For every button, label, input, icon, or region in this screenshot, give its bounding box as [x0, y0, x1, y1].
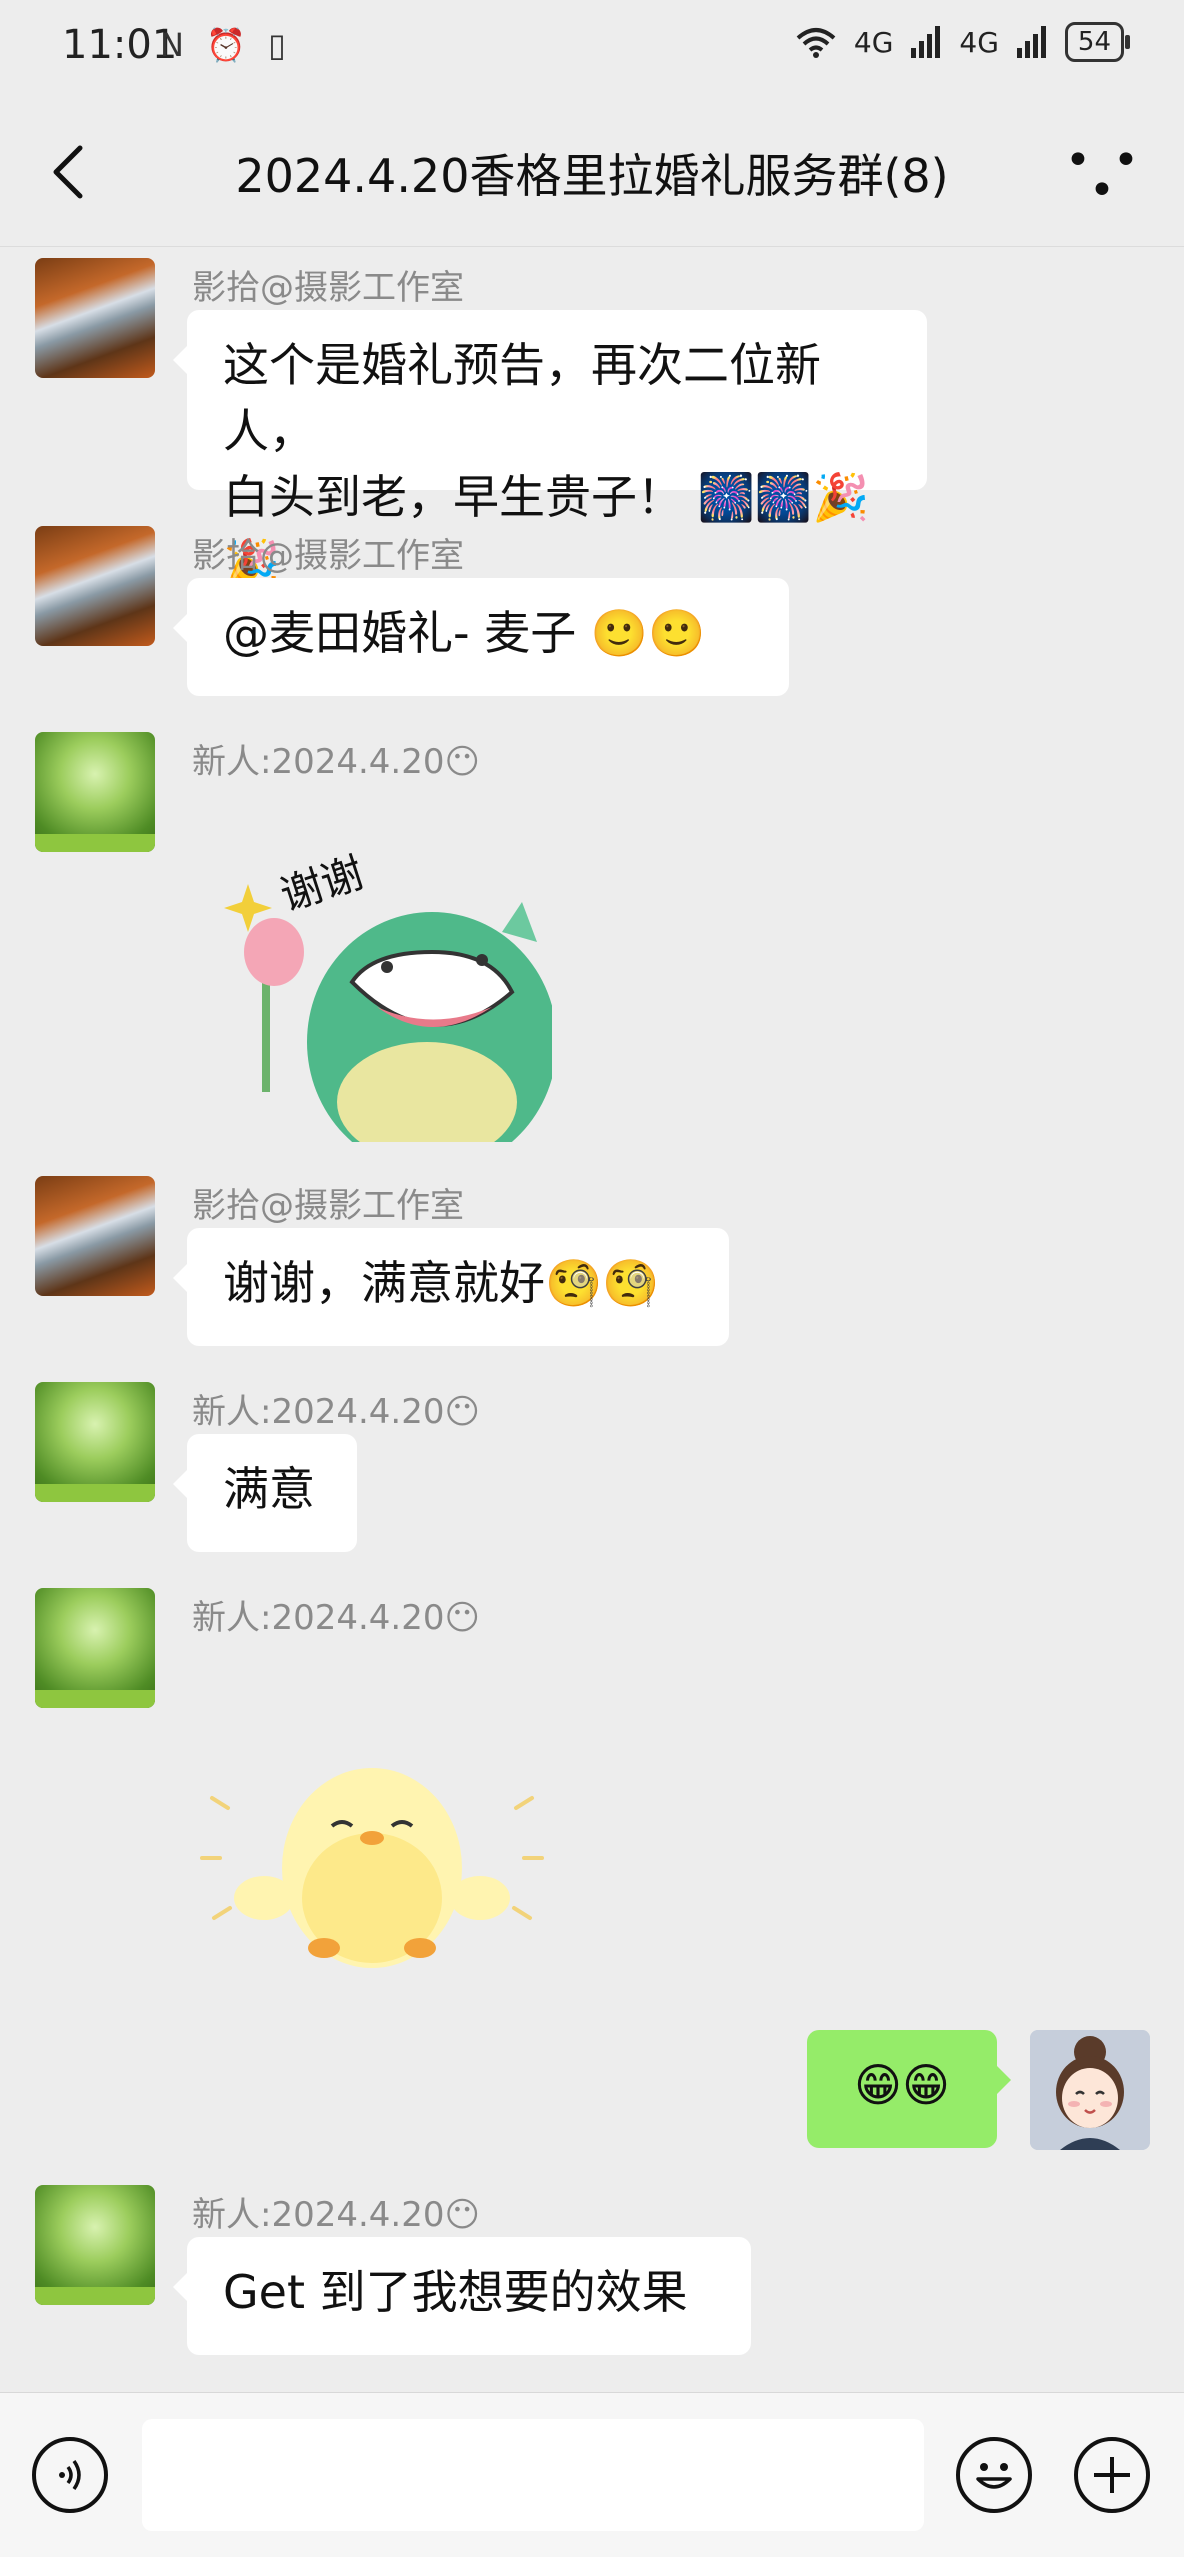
sender-name: 新人:2024.4.20😶 — [192, 2195, 480, 2235]
signal-icon — [911, 26, 941, 58]
my-message-bubble[interactable]: 😁😁 — [807, 2030, 1011, 2148]
avatar[interactable] — [35, 732, 155, 852]
plus-sign-icon — [1094, 2457, 1130, 2493]
status-bar: 11:01 N ⏰ ▯ 4G 4G 54 — [0, 0, 1184, 96]
message-bubble[interactable]: Get 到了我想要的效果 — [173, 2237, 751, 2355]
chick-sticker-image — [200, 1768, 544, 1968]
avatar[interactable] — [35, 1588, 155, 1708]
message-input[interactable] — [142, 2419, 924, 2531]
message-bubble[interactable]: @麦田婚礼- 麦子 🙂🙂 — [173, 578, 789, 696]
sticker-chick[interactable] — [192, 1738, 552, 1998]
voice-input-icon[interactable] — [32, 2437, 108, 2513]
network-indicator-1: 4G — [853, 25, 894, 59]
avatar[interactable] — [35, 526, 155, 646]
more-options-icon[interactable]: • • • — [1064, 139, 1144, 213]
sticker-dinosaur[interactable]: 谢谢 — [192, 832, 557, 1172]
message-bubble[interactable]: 满意 — [173, 1434, 357, 1552]
sender-name: 新人:2024.4.20😶 — [192, 1598, 480, 1638]
my-avatar[interactable] — [1030, 2030, 1150, 2150]
girl-avatar-image — [1030, 2030, 1150, 2150]
signal-icon-2 — [1016, 26, 1046, 58]
sender-name: 新人:2024.4.20😶 — [192, 742, 480, 782]
chat-title: 2024.4.20香格里拉婚礼服务群(8) — [235, 149, 949, 203]
status-right-group: 4G 4G 54 — [796, 22, 1131, 62]
input-bar — [0, 2392, 1184, 2557]
back-arrow-icon[interactable] — [44, 142, 94, 202]
smiley-face-icon — [976, 2463, 1012, 2489]
emoji-icon[interactable] — [956, 2437, 1032, 2513]
sticker-caption: 谢谢 — [275, 848, 370, 921]
sender-name: 影拾@摄影工作室 — [192, 1186, 464, 1226]
network-indicator-2: 4G — [959, 25, 999, 59]
message-bubble[interactable]: 谢谢，满意就好🧐🧐 — [173, 1228, 729, 1346]
message-text-line: 这个是婚礼预告，再次二位新人， — [223, 338, 821, 458]
avatar[interactable] — [35, 1176, 155, 1296]
avatar[interactable] — [35, 1382, 155, 1502]
chat-header: 2024.4.20香格里拉婚礼服务群(8) • • • — [0, 96, 1184, 247]
status-left-icons: N ⏰ ▯ — [160, 26, 292, 64]
message-bubble[interactable]: 这个是婚礼预告，再次二位新人， 白头到老，早生贵子！ 🎆🎆🎉🎉 — [173, 310, 927, 590]
avatar[interactable] — [35, 2185, 155, 2305]
plus-icon[interactable] — [1074, 2437, 1150, 2513]
dinosaur-sticker-image: 谢谢 — [224, 848, 557, 1172]
avatar[interactable] — [35, 258, 155, 378]
sender-name: 影拾@摄影工作室 — [192, 536, 464, 576]
sender-name: 影拾@摄影工作室 — [192, 268, 464, 308]
voice-waves-icon — [59, 2459, 81, 2491]
sender-name: 新人:2024.4.20😶 — [192, 1392, 480, 1432]
battery-icon: 54 — [1064, 22, 1131, 62]
wifi-icon — [796, 28, 836, 58]
